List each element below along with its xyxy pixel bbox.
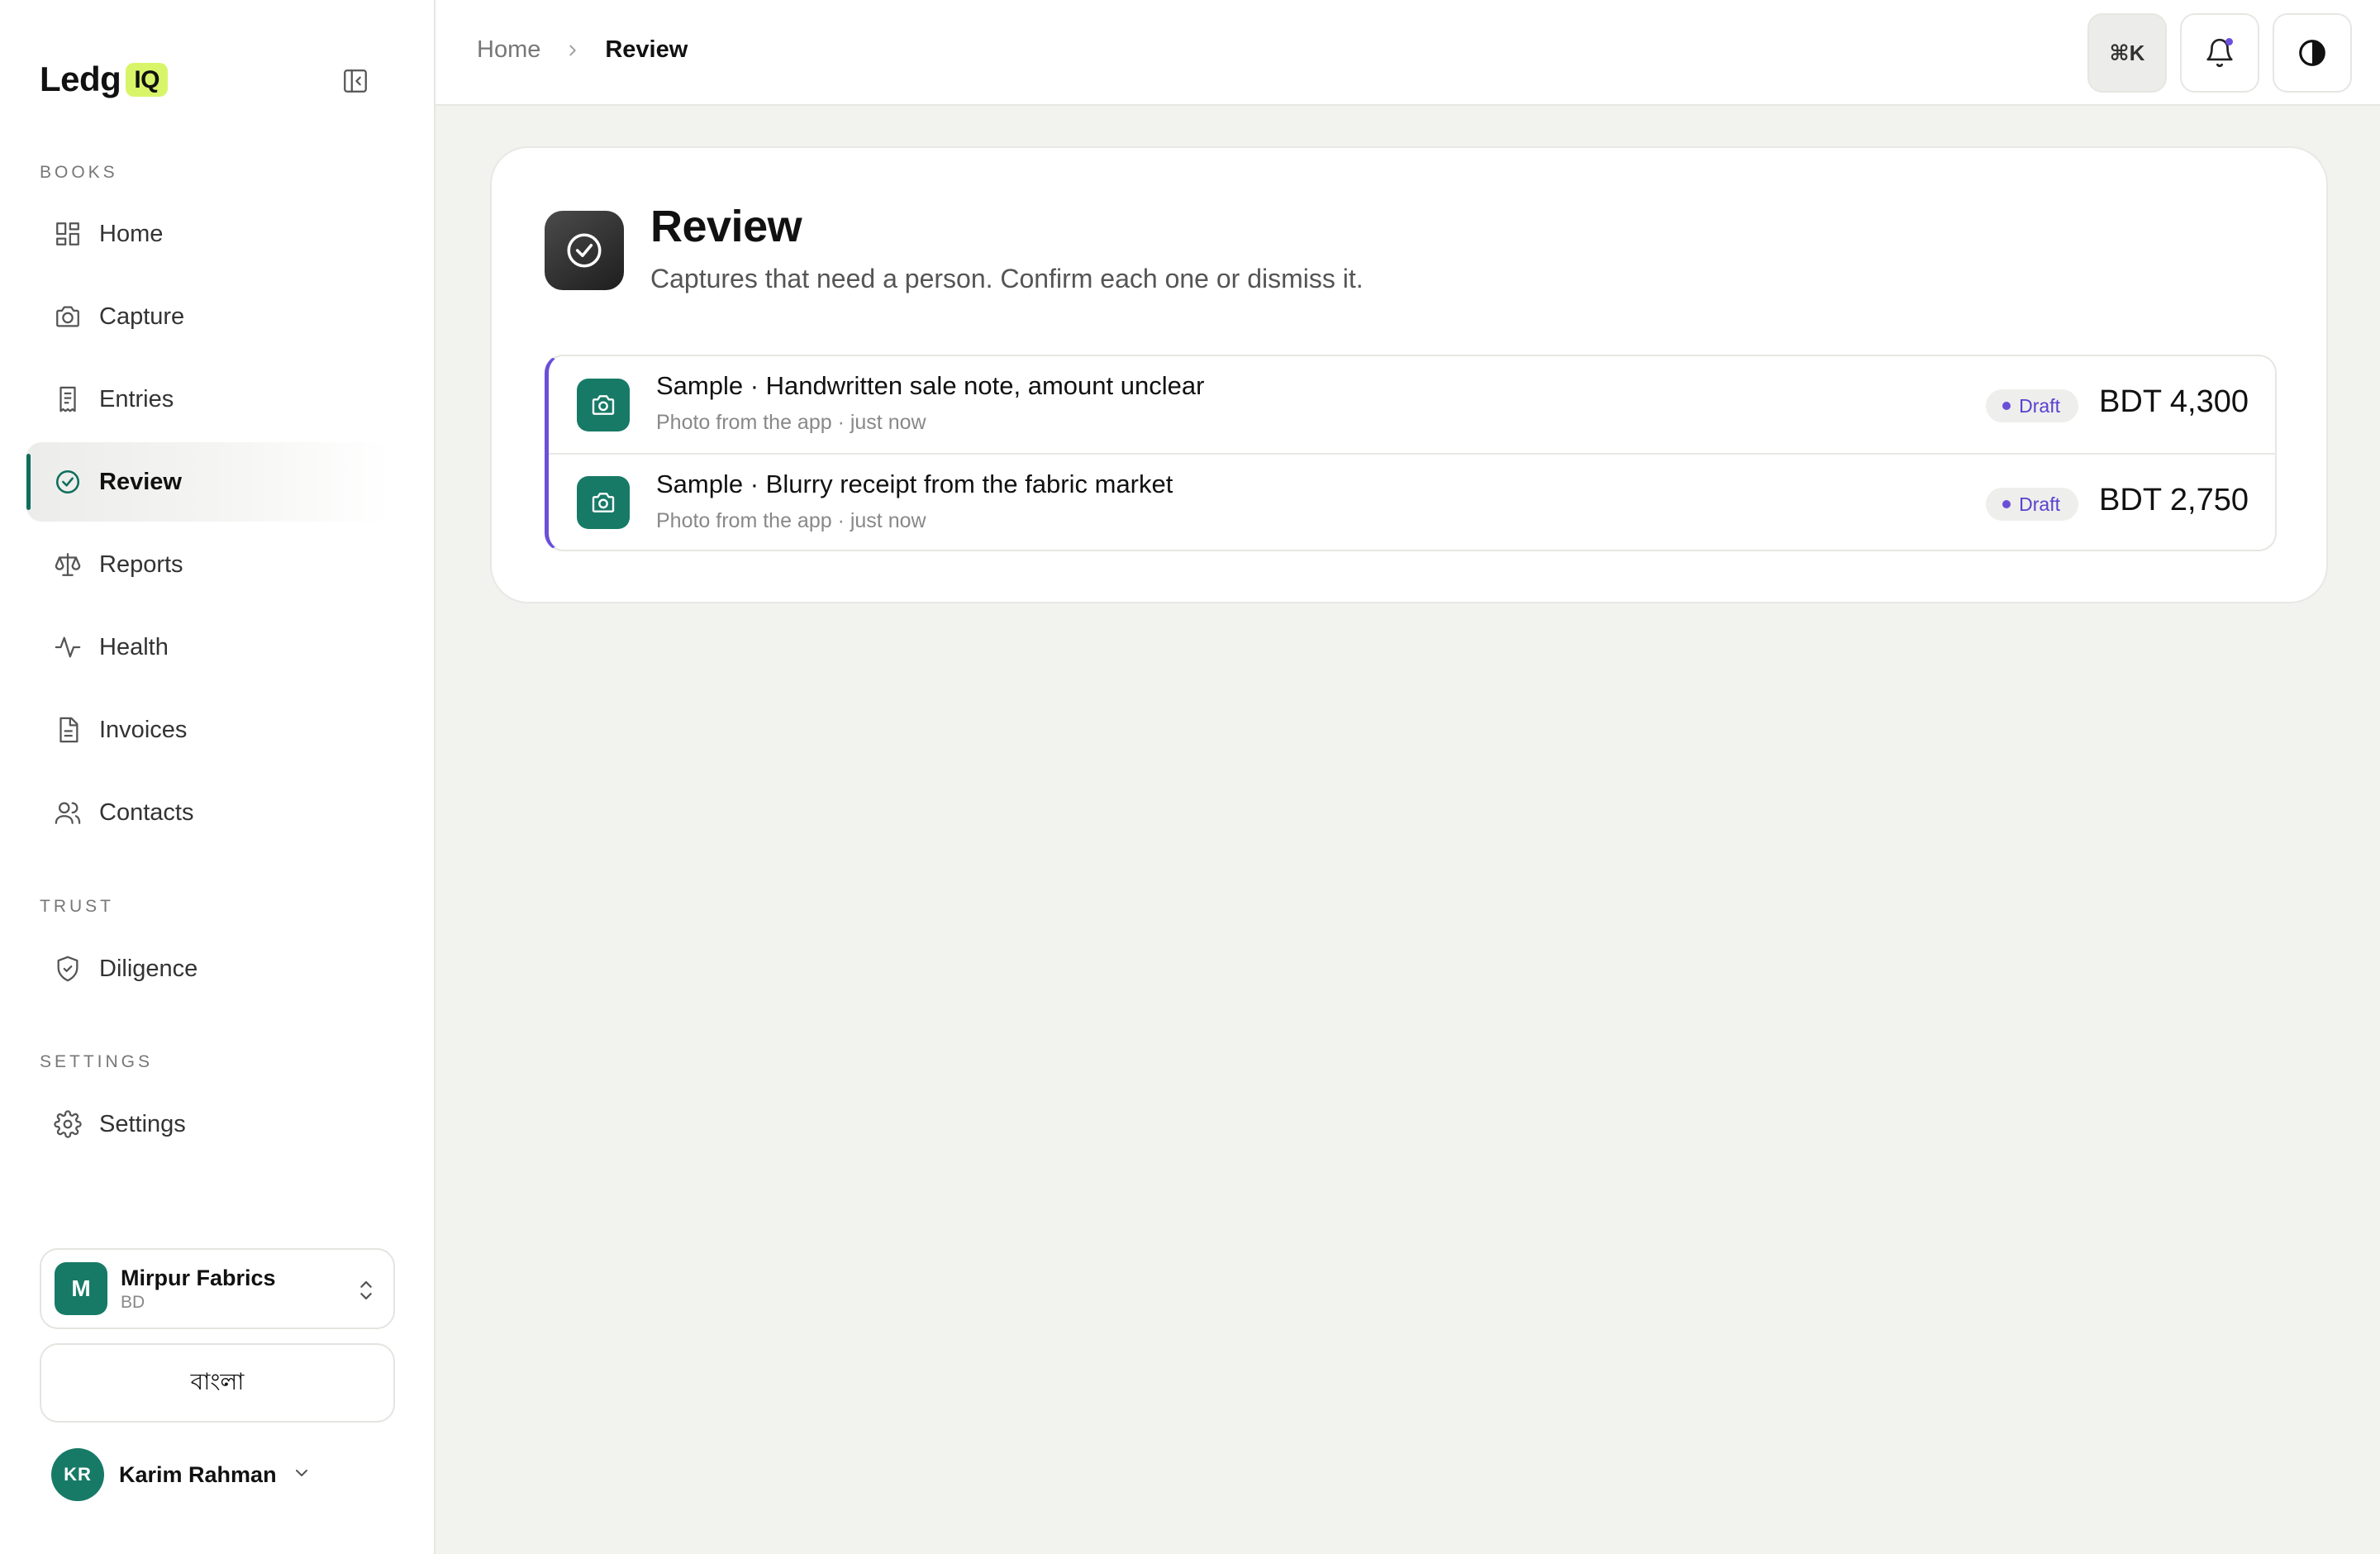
sidebar-item-invoices[interactable]: Invoices [26,690,390,770]
breadcrumb: Home Review [477,36,688,64]
sidebar-item-label: Home [99,220,164,247]
section-label-settings: SETTINGS [40,1052,154,1071]
sidebar-item-health[interactable]: Health [26,608,390,687]
sidebar-item-label: Reports [99,551,183,578]
users-icon [53,798,83,827]
section-label-books: BOOKS [40,163,118,182]
status-dot [2002,500,2011,508]
sidebar-item-label: Review [99,468,182,495]
sidebar-item-label: Contacts [99,798,194,826]
org-country: BD [121,1292,145,1312]
org-switcher[interactable]: M Mirpur Fabrics BD [40,1248,395,1329]
language-toggle-button[interactable]: বাংলা [40,1343,395,1423]
sidebar-item-home[interactable]: Home [26,194,390,274]
theme-toggle-button[interactable] [2273,13,2352,93]
camera-icon [577,378,630,431]
status-label: Draft [2019,394,2060,417]
review-item[interactable]: Sample · Handwritten sale note, amount u… [549,356,2275,453]
sidebar-item-label: Entries [99,385,174,412]
sidebar-item-diligence[interactable]: Diligence [26,929,390,1008]
avatar: KR [51,1448,104,1501]
sidebar-item-label: Diligence [99,955,198,982]
top-bar: Home Review ⌘K [436,0,2380,106]
review-item-title: Sample · Blurry receipt from the fabric … [656,470,1173,498]
sidebar-item-reports[interactable]: Reports [26,525,390,604]
notifications-button[interactable] [2180,13,2259,93]
page-title: Review [650,202,802,251]
review-item-amount: BDT 4,300 [2099,384,2249,419]
sidebar-item-label: Capture [99,303,185,330]
section-label-trust: TRUST [40,897,114,916]
sidebar-item-label: Settings [99,1110,186,1137]
chevron-right-icon [564,41,582,60]
breadcrumb-current: Review [605,36,688,63]
review-item-meta: Photo from the app · just now [656,509,926,532]
sidebar-item-review[interactable]: Review [26,442,390,522]
camera-icon [577,475,630,529]
review-item-meta: Photo from the app · just now [656,411,926,434]
sidebar-item-settings[interactable]: Settings [26,1084,390,1164]
logo-text: Ledg [40,60,121,98]
check-circle-icon [53,467,83,497]
review-item[interactable]: Sample · Blurry receipt from the fabric … [549,453,2275,550]
notification-dot [2225,38,2233,45]
gear-icon [53,1109,83,1139]
document-icon [53,715,83,745]
command-palette-button[interactable]: ⌘K [2087,13,2167,93]
pulse-icon [53,632,83,662]
camera-icon [53,302,83,331]
receipt-icon [53,384,83,414]
review-list: Sample · Handwritten sale note, amount u… [545,355,2277,551]
collapse-sidebar-button[interactable] [337,63,374,99]
review-card: Review Captures that need a person. Conf… [490,146,2328,603]
status-badge: Draft [1986,389,2078,422]
review-item-amount: BDT 2,750 [2099,483,2249,517]
status-dot [2002,402,2011,410]
page-subtitle: Captures that need a person. Confirm eac… [650,264,1364,293]
app-logo[interactable]: Ledg IQ [40,60,168,99]
contrast-icon [2299,40,2325,66]
user-name: Karim Rahman [119,1461,277,1487]
shield-check-icon [53,954,83,984]
sidebar-item-entries[interactable]: Entries [26,360,390,439]
sidebar: Ledg IQ BOOKS Home Capture Entries Revie… [0,0,436,1554]
grid-icon [53,219,83,249]
org-name: Mirpur Fabrics [121,1265,276,1290]
org-avatar: M [55,1262,107,1315]
sidebar-item-capture[interactable]: Capture [26,277,390,356]
status-label: Draft [2019,493,2060,515]
logo-badge: IQ [126,62,168,97]
user-menu[interactable]: KR Karim Rahman [51,1448,312,1501]
review-badge-icon [545,211,624,290]
sidebar-collapse-icon [344,69,367,93]
breadcrumb-home-link[interactable]: Home [477,36,540,64]
sidebar-item-contacts[interactable]: Contacts [26,773,390,852]
sidebar-item-label: Health [99,633,169,660]
review-item-title: Sample · Handwritten sale note, amount u… [656,371,1205,400]
chevron-down-icon [292,1463,312,1487]
scale-icon [53,550,83,579]
chevron-up-down-icon [355,1276,377,1309]
status-badge: Draft [1986,488,2078,521]
sidebar-item-label: Invoices [99,716,188,743]
